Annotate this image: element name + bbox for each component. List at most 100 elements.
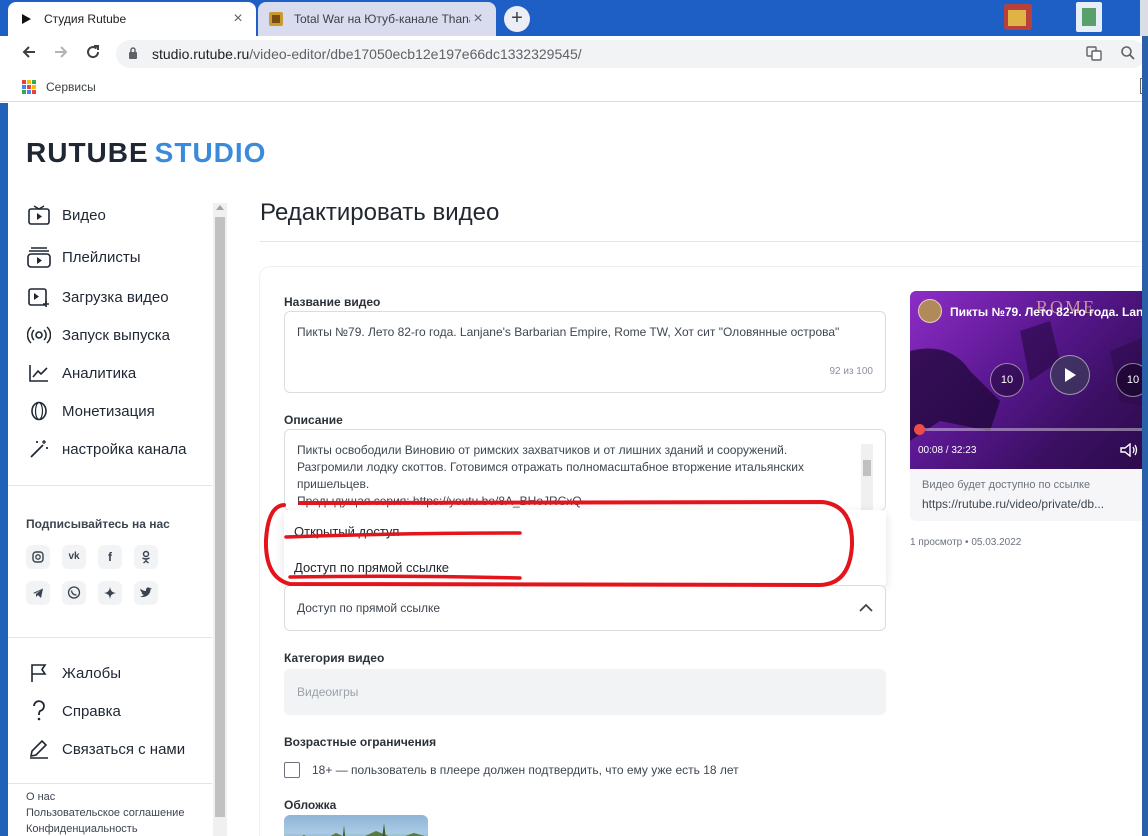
time-current: 00:08 [918, 445, 944, 456]
sidebar-item-label: Видео [62, 206, 106, 224]
twitter-icon[interactable] [134, 581, 158, 605]
edit-icon [26, 738, 52, 760]
facebook-icon[interactable]: f [98, 545, 122, 569]
close-icon[interactable]: × [470, 10, 486, 28]
new-tab-button[interactable]: + [504, 6, 530, 32]
play-icon [18, 11, 34, 27]
magic-wand-icon [26, 438, 52, 460]
video-meta: 1 просмотр • 05.03.2022 [910, 537, 1022, 548]
editor-card: Название видео Пикты №79. Лето 82-го год… [260, 267, 1148, 836]
page-title: Редактировать видео [260, 199, 500, 226]
forward-icon[interactable] [50, 43, 72, 65]
sidebar-divider [8, 485, 212, 486]
footer-link-terms[interactable]: Пользовательское соглашение [26, 807, 184, 819]
progress-knob[interactable] [913, 424, 925, 435]
flag-icon [26, 662, 52, 684]
age-restriction-checkbox[interactable] [284, 762, 300, 778]
scroll-up-icon[interactable] [216, 205, 224, 210]
footer-link-privacy[interactable]: Конфиденциальность [26, 823, 138, 835]
scrollbar-thumb[interactable] [863, 460, 871, 476]
tab-rutube-studio[interactable]: Студия Rutube × [8, 2, 256, 36]
sidebar-item-label: Связаться с нами [62, 740, 186, 758]
cover-thumbnail[interactable] [284, 815, 428, 836]
sidebar-item-video[interactable]: Видео [26, 203, 106, 227]
sidebar-item-help[interactable]: Справка [26, 699, 121, 723]
sidebar-item-complaints[interactable]: Жалобы [26, 661, 121, 685]
rewind-seconds: 10 [1000, 374, 1014, 386]
play-button[interactable] [1050, 355, 1090, 395]
bookmark-services[interactable]: Сервисы [46, 80, 96, 94]
rutube-studio-logo[interactable]: RUTUBE STUDIO [26, 137, 266, 169]
sidebar-item-analytics[interactable]: Аналитика [26, 361, 136, 385]
cover-image [302, 823, 425, 836]
tab-total-war[interactable]: Total War на Ютуб-канале Thana × [258, 2, 496, 36]
tab-label: Total War на Ютуб-канале Thana [294, 12, 470, 26]
favicon-icon [268, 11, 284, 27]
description-field[interactable]: Пикты освободили Виновию от римских захв… [284, 429, 886, 511]
zoom-icon[interactable] [1120, 45, 1136, 64]
name-char-counter: 92 из 100 [829, 366, 873, 377]
video-name-field[interactable]: Пикты №79. Лето 82-го года. Lanjane's Ba… [284, 311, 886, 393]
category-value: Видеоигры [297, 685, 359, 699]
publish-date: 05.03.2022 [971, 537, 1022, 548]
sidebar-item-contact[interactable]: Связаться с нами [26, 737, 185, 761]
access-select[interactable]: Доступ по прямой ссылке [284, 585, 886, 631]
tab-strip: Студия Rutube × Total War на Ютуб-канале… [0, 0, 1148, 36]
viber-icon[interactable] [62, 581, 86, 605]
logo-rutube: RUTUBE [26, 137, 149, 168]
description-label: Описание [284, 413, 343, 427]
access-option-open[interactable]: Открытый доступ [294, 524, 399, 539]
url-path: /video-editor/dbe17050ecb12e197e66dc1332… [249, 46, 582, 62]
sidebar-item-broadcast[interactable]: Запуск выпуска [26, 323, 170, 347]
reload-icon[interactable] [82, 43, 104, 65]
access-dropdown-menu: Открытый доступ Доступ по прямой ссылке [284, 510, 886, 586]
playlist-icon [26, 246, 52, 268]
video-progress-bar[interactable] [913, 424, 1148, 435]
access-option-link[interactable]: Доступ по прямой ссылке [294, 560, 449, 575]
upload-icon [26, 286, 52, 308]
sidebar-scrollbar[interactable] [213, 203, 227, 836]
address-bar[interactable]: studio.rutube.ru/video-editor/dbe17050ec… [116, 40, 1146, 68]
sidebar-item-upload[interactable]: Загрузка видео [26, 285, 169, 309]
zen-icon[interactable] [98, 581, 122, 605]
studio-page: RUTUBE STUDIO Видео Плейлисты Загрузка ви… [8, 103, 1148, 836]
availability-note: Видео будет доступно по ссылке [922, 479, 1091, 491]
url-host: studio.rutube.ru [152, 46, 250, 62]
video-link[interactable]: https://rutube.ru/video/private/db... [922, 497, 1104, 511]
sidebar-item-label: Запуск выпуска [62, 326, 171, 344]
video-name-label: Название видео [284, 295, 381, 309]
sidebar-divider [8, 783, 212, 784]
lock-icon [128, 46, 142, 62]
analytics-icon [26, 362, 52, 384]
footer-link-about[interactable]: О нас [26, 791, 55, 803]
browser-window: Студия Rutube × Total War на Ютуб-канале… [0, 0, 1148, 836]
volume-icon[interactable] [1120, 442, 1138, 460]
title-divider [260, 241, 1148, 242]
description-scrollbar[interactable] [861, 444, 873, 510]
sidebar-item-label: настройка канала [62, 440, 187, 458]
sidebar-item-label: Монетизация [62, 402, 155, 420]
video-player[interactable]: ROME Пикты №79. Лето 82-го года. Lanjane… [910, 291, 1148, 469]
translate-icon[interactable] [1086, 45, 1102, 64]
close-icon[interactable]: × [230, 10, 246, 28]
sidebar-item-playlists[interactable]: Плейлисты [26, 245, 141, 269]
rewind-10-icon[interactable]: 10 [990, 363, 1024, 397]
instagram-icon[interactable] [26, 545, 50, 569]
broadcast-icon [26, 324, 52, 346]
help-icon [26, 700, 52, 722]
odnoklassniki-icon[interactable] [134, 545, 158, 569]
desktop-edge [0, 103, 8, 836]
vk-icon[interactable]: vk [62, 545, 86, 569]
sidebar-item-label: Аналитика [62, 364, 137, 382]
chevron-up-icon[interactable] [859, 602, 873, 614]
sidebar-item-channel-settings[interactable]: настройка канала [26, 437, 186, 461]
telegram-icon[interactable] [26, 581, 50, 605]
sidebar-item-label: Загрузка видео [62, 288, 169, 306]
video-preview: ROME Пикты №79. Лето 82-го года. Lanjane… [910, 291, 1148, 521]
back-icon[interactable] [18, 43, 40, 65]
apps-icon[interactable] [22, 80, 36, 94]
sidebar-item-monetization[interactable]: Монетизация [26, 399, 155, 423]
cover-label: Обложка [284, 798, 337, 812]
scrollbar-thumb[interactable] [215, 217, 225, 817]
age-restriction-text: 18+ — пользователь в плеере должен подтв… [312, 763, 739, 777]
